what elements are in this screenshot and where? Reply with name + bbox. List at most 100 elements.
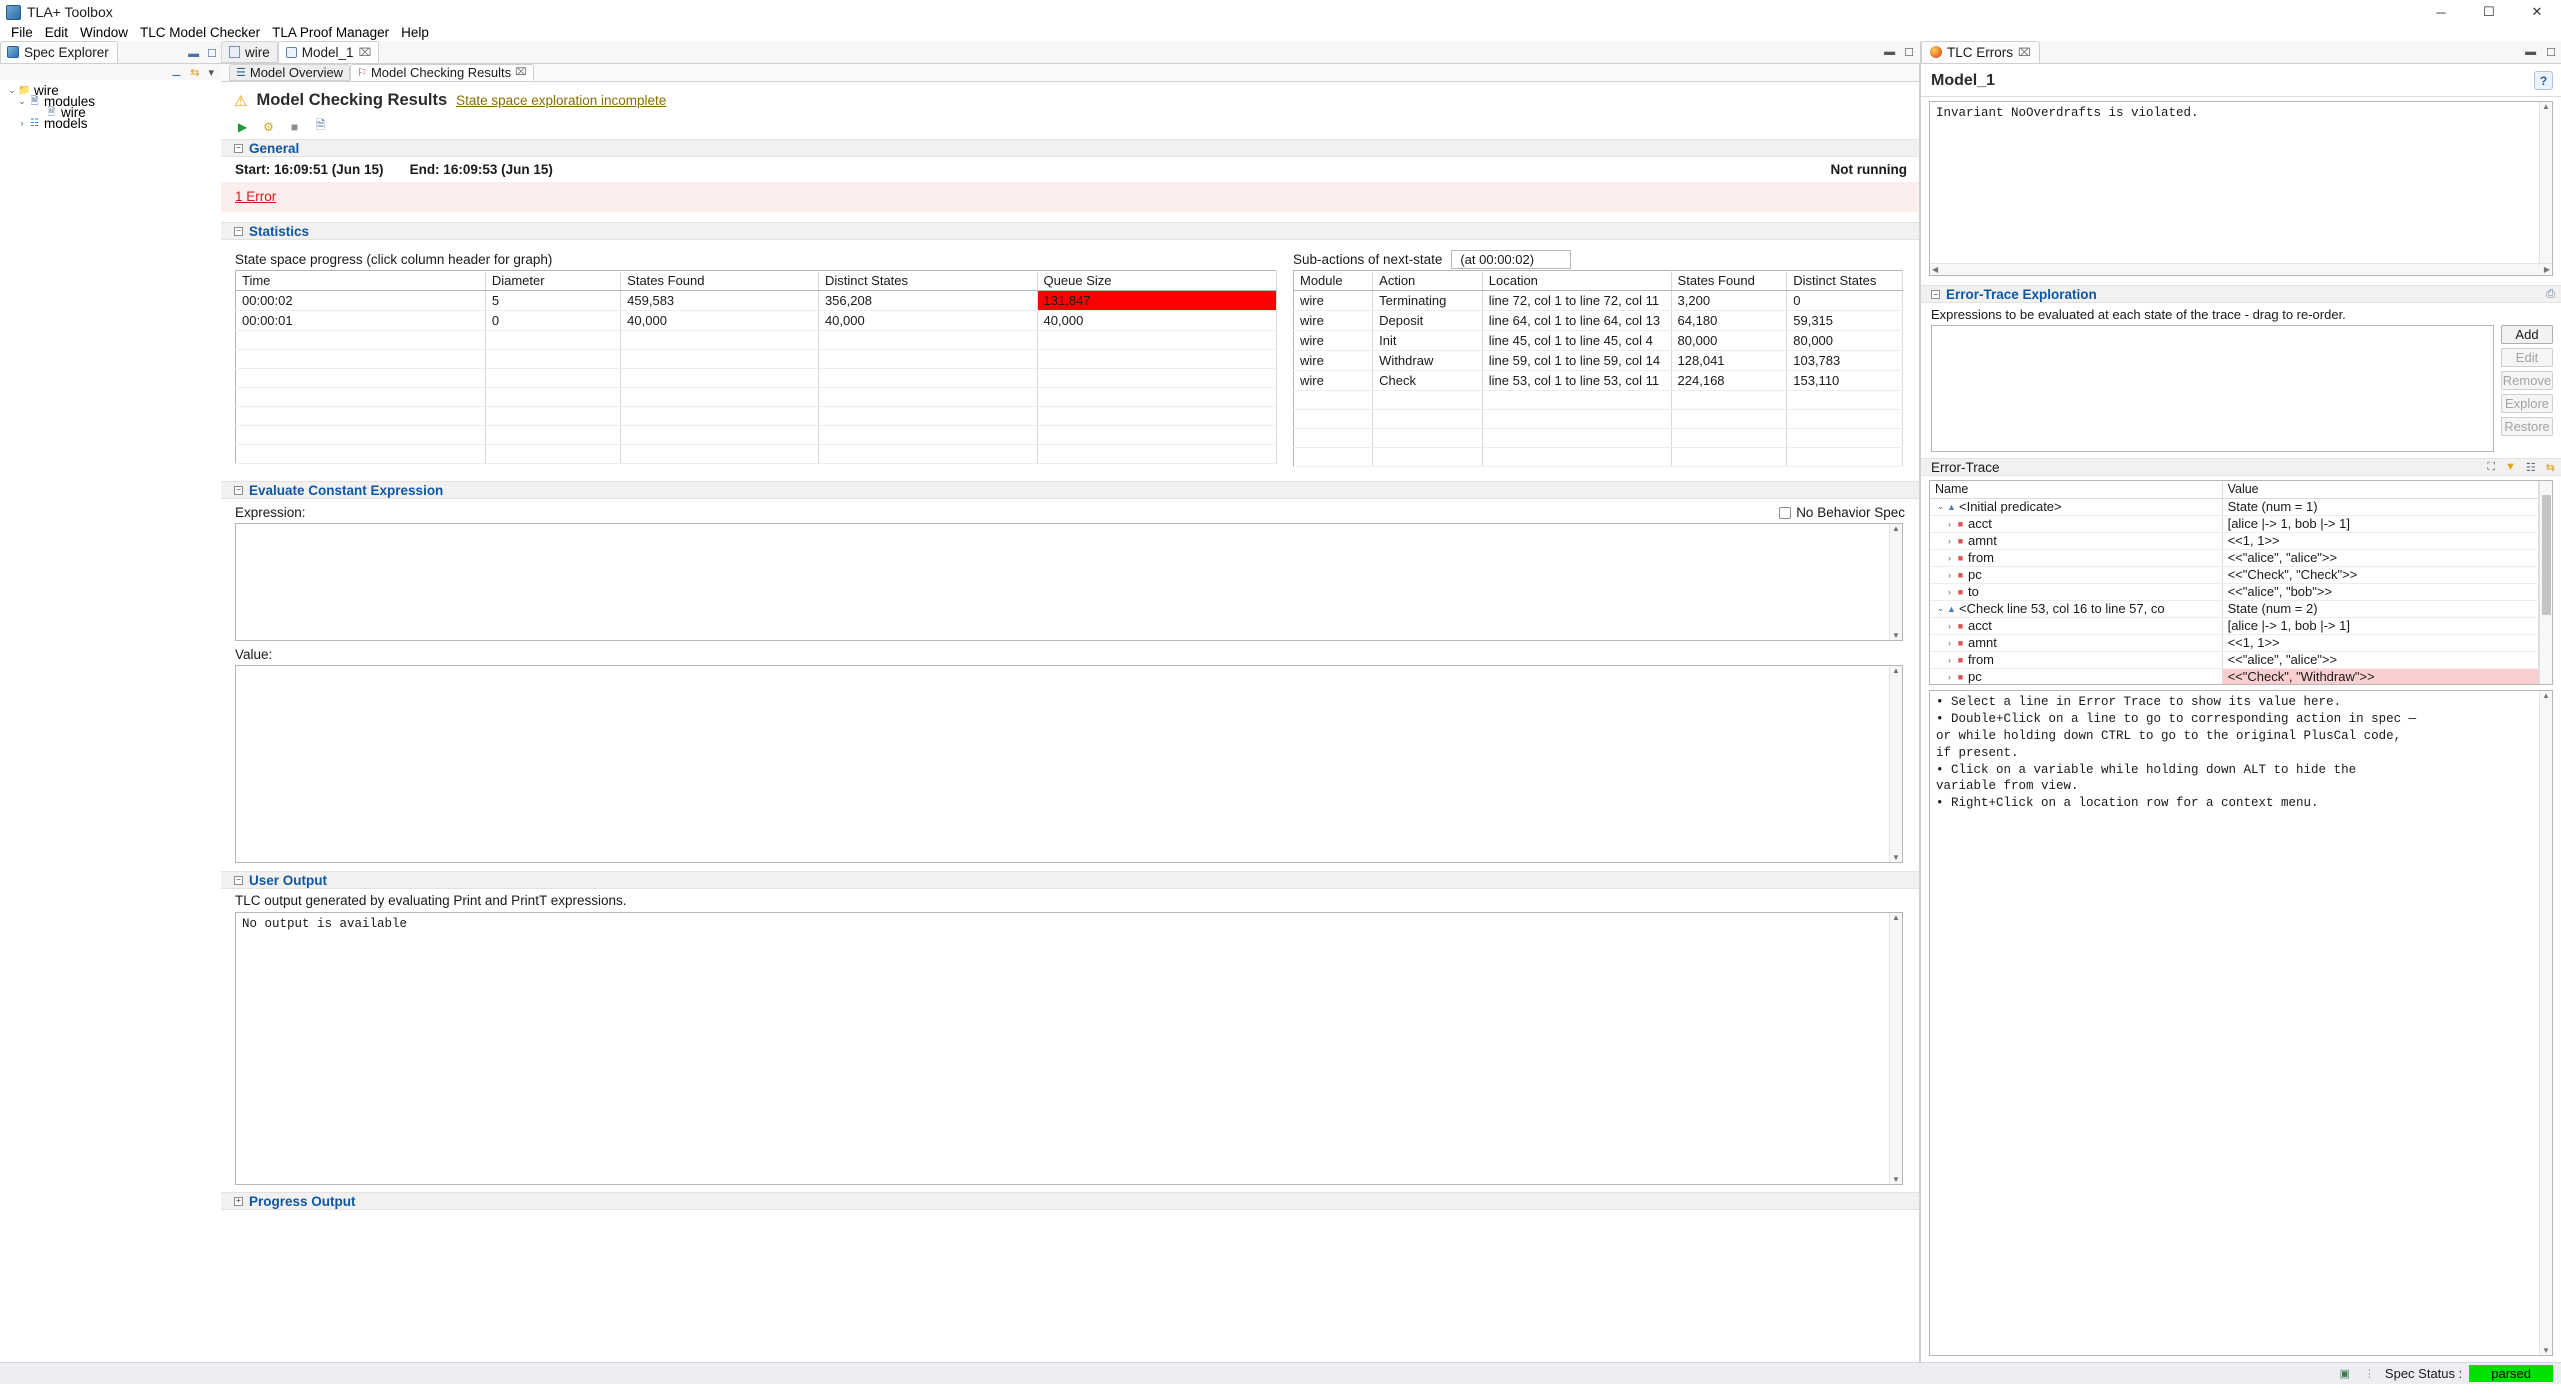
cell-name[interactable]: ⌄ ▲ <Check line 53, col 16 to line 57, co — [1930, 600, 2223, 618]
subactions-table[interactable]: Module Action Location States Found Dist… — [1293, 270, 1903, 467]
col-distinct-states[interactable]: Distinct States — [1786, 270, 1903, 291]
chevron-right-icon[interactable]: › — [1944, 621, 1955, 631]
chevron-right-icon[interactable]: › — [1944, 587, 1955, 597]
close-icon[interactable]: ⌧ — [515, 67, 527, 78]
scrollbar-thumb[interactable] — [2541, 495, 2551, 615]
page-icon[interactable]: 🗎 — [313, 118, 328, 134]
collapse-icon[interactable]: − — [1931, 289, 1940, 299]
table-row[interactable]: › ■ amnt <<1, 1>> — [1930, 634, 2540, 652]
table-row[interactable]: wire Init line 45, col 1 to line 45, col… — [1293, 330, 1903, 351]
chevron-right-icon[interactable]: › — [1944, 570, 1955, 580]
collapse-icon[interactable]: − — [234, 875, 243, 885]
tree-item-modules[interactable]: ⌄ 🗎 modules — [0, 95, 221, 109]
error-trace-help-box[interactable]: • Select a line in Error Trace to show i… — [1929, 690, 2553, 1356]
user-output-box[interactable]: No output is available ▲ ▼ — [235, 912, 1903, 1185]
cell-name[interactable]: › ■ amnt — [1930, 634, 2223, 652]
scroll-up-icon[interactable]: ▲ — [1892, 913, 1900, 922]
scroll-up-icon[interactable]: ▲ — [2542, 691, 2550, 700]
table-row[interactable]: › ■ acct [alice |-> 1, bob |-> 1] — [1930, 515, 2540, 533]
export-trace-icon[interactable]: ⛶ — [2487, 461, 2495, 474]
table-row[interactable]: ⌄ ▲ <Initial predicate> State (num = 1) — [1930, 498, 2540, 516]
filter-icon[interactable]: ▼ — [2505, 461, 2516, 473]
explore-button[interactable]: Explore — [2501, 394, 2553, 413]
chevron-right-icon[interactable]: › — [16, 118, 28, 129]
no-behavior-spec-row[interactable]: No Behavior Spec — [1779, 505, 1905, 520]
value-scrollbar[interactable]: ▲ ▼ — [1889, 666, 1902, 862]
error-message-hscrollbar[interactable]: ◀ ▶ — [1930, 263, 2552, 275]
section-progress-output[interactable]: + Progress Output — [221, 1192, 1919, 1210]
cell-name[interactable]: ⌄ ▲ <Initial predicate> — [1930, 498, 2223, 516]
scroll-up-icon[interactable]: ▲ — [1892, 524, 1900, 533]
col-queue-size[interactable]: Queue Size — [1037, 270, 1278, 291]
collapse-icon[interactable]: − — [234, 226, 243, 236]
cell-name[interactable]: › ■ pc — [1930, 566, 2223, 584]
collapse-all-icon[interactable]: ⚊ — [171, 66, 181, 79]
error-message-vscrollbar[interactable]: ▲ ▼ — [2539, 102, 2552, 275]
table-row[interactable]: wire Check line 53, col 1 to line 53, co… — [1293, 370, 1903, 391]
subtab-model-overview[interactable]: ☰ Model Overview — [229, 64, 351, 81]
section-statistics[interactable]: − Statistics — [221, 222, 1919, 240]
error-trace-table[interactable]: Name Value ⌄ ▲ <Initial predicate> State (… — [1930, 481, 2540, 684]
help-icon[interactable]: ? — [2534, 71, 2553, 90]
table-row[interactable]: 00:00:01 0 40,000 40,000 40,000 — [235, 310, 1278, 331]
scroll-down-icon[interactable]: ▼ — [2542, 1346, 2550, 1355]
scroll-down-icon[interactable]: ▼ — [1892, 1175, 1900, 1184]
state-space-progress-table[interactable]: Time Diameter States Found Distinct Stat… — [235, 270, 1278, 464]
table-row[interactable]: › ■ to <<"alice", "bob">> — [1930, 583, 2540, 601]
tree-item-models[interactable]: › ☷ models — [0, 117, 221, 131]
chevron-right-icon[interactable]: › — [1944, 638, 1955, 648]
error-trace-tree[interactable]: Name Value ⌄ ▲ <Initial predicate> State (… — [1929, 480, 2553, 685]
col-location[interactable]: Location — [1482, 270, 1672, 291]
col-action[interactable]: Action — [1372, 270, 1483, 291]
col-distinct-states[interactable]: Distinct States — [818, 270, 1038, 291]
table-row[interactable]: › ■ from <<"alice", "alice">> — [1930, 651, 2540, 669]
edit-button[interactable]: Edit — [2501, 348, 2553, 367]
scroll-down-icon[interactable]: ▼ — [1892, 631, 1900, 640]
repair-icon[interactable]: ⚙ — [261, 119, 276, 134]
section-evaluate-constant-expression[interactable]: − Evaluate Constant Expression — [221, 481, 1919, 499]
col-states-found[interactable]: States Found — [620, 270, 819, 291]
maximize-icon[interactable]: ☐ — [1904, 46, 1914, 59]
chevron-right-icon[interactable]: › — [1944, 655, 1955, 665]
menu-tlc-model-checker[interactable]: TLC Model Checker — [134, 25, 266, 40]
value-output[interactable]: ▲ ▼ — [235, 665, 1903, 863]
error-message-box[interactable]: Invariant NoOverdrafts is violated. ▲ ▼ … — [1929, 101, 2553, 276]
scroll-down-icon[interactable]: ▼ — [1892, 853, 1900, 862]
menu-tla-proof-manager[interactable]: TLA Proof Manager — [266, 25, 395, 40]
error-count-link[interactable]: 1 Error — [235, 189, 276, 204]
cell-name[interactable]: › ■ amnt — [1930, 532, 2223, 550]
tree-item-module-wire[interactable]: 🗎 wire — [0, 106, 221, 120]
cell-name[interactable]: › ■ pc — [1930, 668, 2223, 684]
expression-scrollbar[interactable]: ▲ ▼ — [1889, 524, 1902, 640]
state-space-link[interactable]: State space exploration incomplete — [456, 93, 666, 108]
table-row[interactable]: wire Withdraw line 59, col 1 to line 59,… — [1293, 350, 1903, 371]
expand-collapse-icon[interactable]: ☷ — [2526, 461, 2536, 474]
col-name[interactable]: Name — [1930, 481, 2223, 499]
col-states-found[interactable]: States Found — [1671, 270, 1788, 291]
add-button[interactable]: Add — [2501, 325, 2553, 344]
table-row[interactable]: › ■ amnt <<1, 1>> — [1930, 532, 2540, 550]
cell-name[interactable]: › ■ acct — [1930, 515, 2223, 533]
scroll-up-icon[interactable]: ▲ — [1892, 666, 1900, 675]
table-row[interactable]: wire Terminating line 72, col 1 to line … — [1293, 290, 1903, 311]
table-row[interactable]: ⌄ ▲ <Check line 53, col 16 to line 57, co … — [1930, 600, 2540, 618]
tab-model-1[interactable]: Model_1 ⌧ — [277, 41, 380, 63]
run-icon[interactable]: ▶ — [235, 119, 250, 134]
chevron-right-icon[interactable]: › — [1944, 672, 1955, 682]
tab-tlc-errors[interactable]: TLC Errors ⌧ — [1921, 41, 2040, 63]
cell-name[interactable]: › ■ from — [1930, 549, 2223, 567]
scroll-up-icon[interactable]: ▲ — [2542, 102, 2550, 111]
tree-item-wire-spec[interactable]: ⌄ 📁 wire — [0, 84, 221, 98]
expand-icon[interactable]: + — [234, 1196, 243, 1206]
scroll-right-icon[interactable]: ▶ — [2544, 265, 2550, 274]
chevron-right-icon[interactable]: › — [1944, 553, 1955, 563]
user-output-scrollbar[interactable]: ▲ ▼ — [1889, 913, 1902, 1184]
restore-button[interactable]: Restore — [2501, 417, 2553, 436]
chevron-down-icon[interactable]: ⌄ — [16, 96, 28, 107]
menu-file[interactable]: File — [5, 25, 39, 40]
tab-spec-explorer[interactable]: Spec Explorer — [0, 41, 118, 63]
subtab-model-checking-results[interactable]: ⚐ Model Checking Results ⌧ — [350, 64, 534, 81]
menu-window[interactable]: Window — [74, 25, 134, 40]
minimize-icon[interactable]: ▬ — [2525, 46, 2536, 59]
exploration-expressions-list[interactable] — [1931, 325, 2494, 452]
